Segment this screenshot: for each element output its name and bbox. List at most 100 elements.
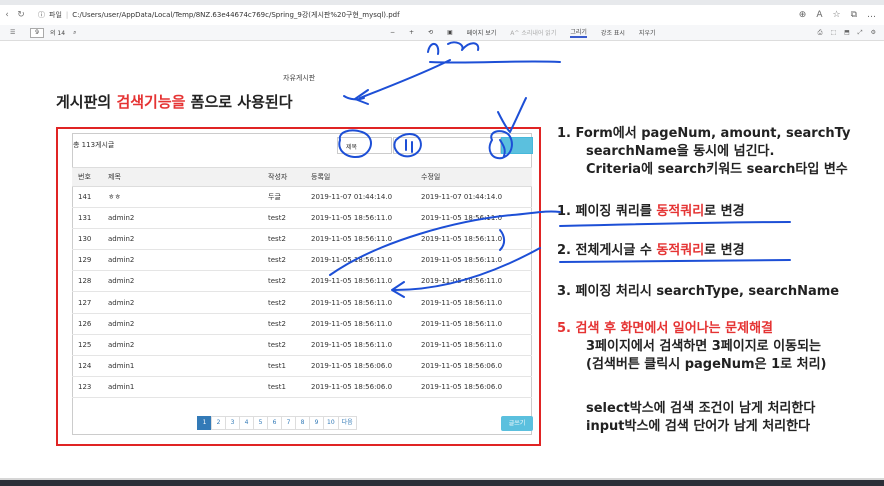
pdf-tools: − + ⟲ ▣ 페이지 보기 A^ 소리내어 읽기 그리기 강조 표시 지우기	[390, 27, 655, 38]
cell-title[interactable]: admin2	[102, 228, 262, 251]
browser-actions: ⊕ A ☆ ⧉ …	[799, 10, 876, 20]
note-1-line-1: 1. Form에서 pageNum, amount, searchTy	[557, 126, 851, 141]
page-link[interactable]: 2	[211, 416, 226, 430]
note-5-line-1: 3페이지에서 검색하면 3페이지로 이동되는	[586, 339, 821, 354]
contents-icon[interactable]: ☰	[10, 29, 15, 36]
cell-writer: test1	[262, 376, 305, 398]
page-link[interactable]: 10	[323, 416, 339, 430]
cell-regdate: 2019-11-05 18:56:06.0	[305, 376, 415, 398]
fit-icon[interactable]: ▣	[447, 29, 453, 36]
cell-no: 126	[72, 313, 102, 335]
more-icon[interactable]: …	[867, 10, 876, 20]
cell-no: 131	[72, 207, 102, 230]
draw-button[interactable]: 그리기	[570, 27, 587, 38]
zoom-in-button[interactable]: +	[409, 29, 414, 36]
page-link[interactable]: 9	[309, 416, 324, 430]
column-header: 작성자	[262, 167, 305, 187]
table-row[interactable]: 125 admin2 test2 2019-11-05 18:56:11.0 2019-…	[72, 334, 532, 356]
page-link[interactable]: 3	[225, 416, 240, 430]
cell-writer: 두글	[262, 186, 305, 209]
pdf-toolbar: ☰ 9 의 14 ⌕ − + ⟲ ▣ 페이지 보기 A^ 소리내어 읽기 그리기…	[0, 25, 884, 41]
page-link[interactable]: 1	[197, 416, 212, 430]
favorite-icon[interactable]: ☆	[832, 10, 840, 20]
cell-title[interactable]: admin1	[102, 376, 262, 398]
search-button[interactable]	[501, 137, 533, 154]
cell-regdate: 2019-11-05 18:56:11.0	[305, 291, 415, 314]
cell-moddate: 2019-11-05 18:56:11.0	[415, 270, 532, 293]
read-aloud-button[interactable]: A^ 소리내어 읽기	[510, 28, 556, 37]
cell-moddate: 2019-11-05 18:56:11.0	[415, 291, 532, 314]
cell-regdate: 2019-11-05 18:56:11.0	[305, 249, 415, 272]
cell-regdate: 2019-11-05 18:56:11.0	[305, 334, 415, 356]
cell-title[interactable]: admin2	[102, 291, 262, 314]
cell-moddate: 2019-11-05 18:56:06.0	[415, 376, 532, 398]
page-link[interactable]: 8	[295, 416, 310, 430]
save-icon[interactable]: ⬚	[830, 29, 836, 37]
table-row[interactable]: 129 admin2 test2 2019-11-05 18:56:11.0 2019-…	[72, 249, 532, 272]
back-icon[interactable]: ‹	[0, 10, 14, 20]
page-number-input[interactable]: 9	[30, 27, 44, 38]
refresh-icon[interactable]: ↻	[14, 10, 28, 20]
expand-icon[interactable]: ⤢	[858, 29, 863, 37]
cell-title[interactable]: admin2	[102, 270, 262, 293]
note-5-line-3: select박스에 검색 조건이 남게 처리한다	[586, 401, 816, 416]
cell-writer: test2	[262, 270, 305, 293]
write-button[interactable]: 글쓰기	[501, 416, 533, 431]
page-link[interactable]: 7	[281, 416, 296, 430]
pagination: 1 2 3 4 5 6 7 8 9 10 다음	[197, 416, 357, 430]
cell-title[interactable]: admin2	[102, 249, 262, 272]
page-link[interactable]: 6	[267, 416, 282, 430]
cell-title[interactable]: admin2	[102, 207, 262, 230]
cell-title[interactable]: admin2	[102, 313, 262, 335]
page-link[interactable]: 4	[239, 416, 254, 430]
address-bar[interactable]: ‹ ↻ ⓘ 파일 | C:/Users/user/AppData/Local/T…	[0, 5, 884, 25]
cell-writer: test2	[262, 313, 305, 335]
table-row[interactable]: 126 admin2 test2 2019-11-05 18:56:11.0 2019-…	[72, 313, 532, 335]
note-2: 1. 페이징 쿼리를 동적쿼리로 변경	[557, 203, 745, 220]
page-subtitle: 자유게시판	[283, 74, 316, 82]
page-link[interactable]: 5	[253, 416, 268, 430]
cell-regdate: 2019-11-07 01:44:14.0	[305, 186, 415, 209]
table-row[interactable]: 123 admin1 test1 2019-11-05 18:56:06.0 2019-…	[72, 376, 532, 398]
rotate-icon[interactable]: ⟲	[428, 29, 433, 36]
print-icon[interactable]: ⎙	[818, 29, 823, 37]
info-icon[interactable]: ⓘ	[38, 10, 45, 20]
cell-moddate: 2019-11-05 18:56:11.0	[415, 249, 532, 272]
cell-title[interactable]: admin2	[102, 334, 262, 356]
search-icon[interactable]: ⌕	[73, 29, 76, 37]
zoom-out-button[interactable]: −	[390, 29, 395, 36]
cell-regdate: 2019-11-05 18:56:06.0	[305, 355, 415, 377]
next-page-link[interactable]: 다음	[337, 416, 357, 430]
search-input[interactable]	[393, 137, 501, 154]
note-2-a: 1. 페이징 쿼리를	[557, 204, 657, 219]
taskbar	[0, 478, 884, 486]
collections-icon[interactable]: ⧉	[851, 10, 857, 20]
table-row[interactable]: 141 ㅎㅎ 두글 2019-11-07 01:44:14.0 2019-11-07 0…	[72, 186, 532, 209]
note-3: 2. 전체게시글 수 동적쿼리로 변경	[557, 242, 745, 259]
table-row[interactable]: 124 admin1 test1 2019-11-05 18:56:06.0 2019-…	[72, 355, 532, 377]
page-view-button[interactable]: 페이지 보기	[467, 28, 497, 37]
erase-button[interactable]: 지우기	[639, 28, 656, 37]
cell-no: 128	[72, 270, 102, 293]
note-3-a: 2. 전체게시글 수	[557, 243, 657, 258]
scroll-strip	[0, 478, 884, 480]
cell-no: 124	[72, 355, 102, 377]
url-text[interactable]: C:/Users/user/AppData/Local/Temp/8NZ.63e…	[72, 10, 399, 20]
table-row[interactable]: 130 admin2 test2 2019-11-05 18:56:11.0 2019-…	[72, 228, 532, 251]
cell-title[interactable]: admin1	[102, 355, 262, 377]
read-mode-icon[interactable]: A	[816, 10, 822, 20]
table-row[interactable]: 128 admin2 test2 2019-11-05 18:56:11.0 2019-…	[72, 270, 532, 293]
cell-title[interactable]: ㅎㅎ	[102, 186, 262, 209]
save-as-icon[interactable]: ⬒	[844, 29, 850, 37]
cell-no: 130	[72, 228, 102, 251]
table-row[interactable]: 127 admin2 test2 2019-11-05 18:56:11.0 2019-…	[72, 291, 532, 314]
highlight-button[interactable]: 강조 표시	[601, 28, 625, 37]
note-1-line-3: Criteria에 search키워드 search타입 변수	[586, 162, 848, 177]
settings-icon[interactable]: ⚙	[871, 29, 876, 37]
search-type-select[interactable]: 제목	[337, 137, 392, 154]
separator: |	[65, 11, 69, 19]
table-row[interactable]: 131 admin2 test2 2019-11-05 18:56:11.0 2019-…	[72, 207, 532, 230]
zoom-icon[interactable]: ⊕	[799, 10, 807, 20]
cell-no: 141	[72, 186, 102, 209]
note-4: 3. 페이징 처리시 searchType, searchName	[557, 284, 840, 299]
